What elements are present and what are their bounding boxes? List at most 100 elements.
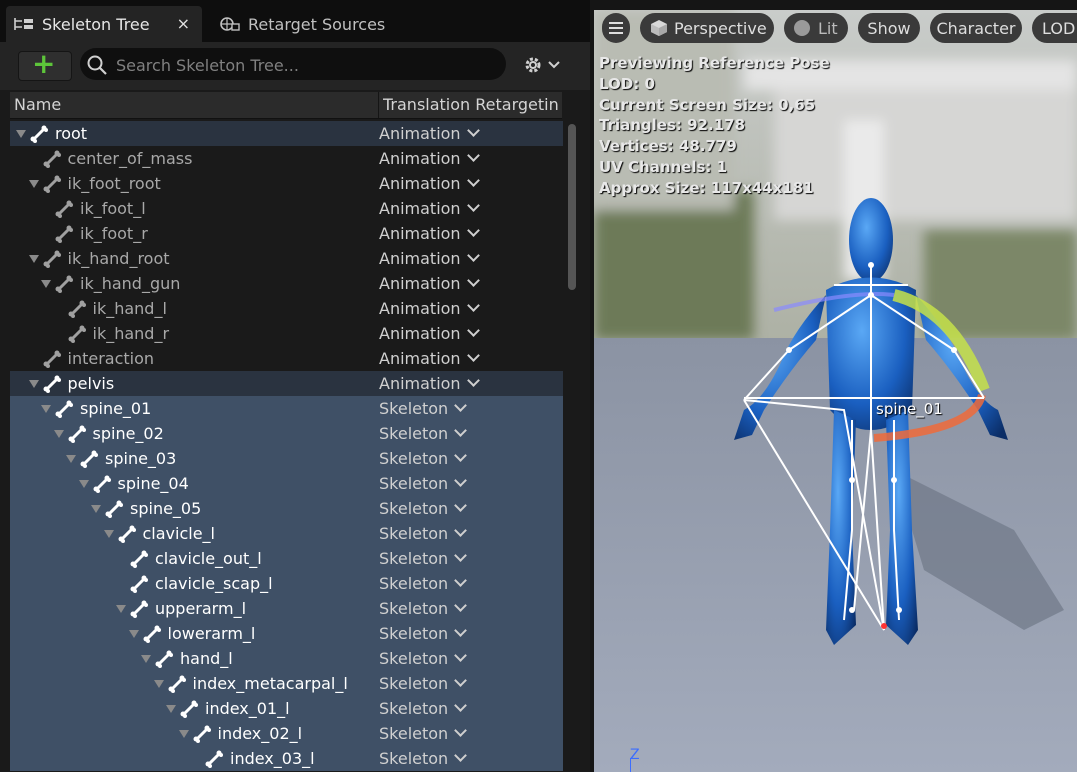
retargeting-dropdown[interactable]: Skeleton — [379, 424, 468, 443]
expand-arrow-icon[interactable] — [128, 630, 139, 638]
tree-row-pelvis[interactable]: pelvis Animation — [10, 371, 563, 396]
tree-row-clavicle-out-l[interactable]: clavicle_out_l Skeleton — [10, 546, 563, 571]
tree-row-spine-02[interactable]: spine_02 Skeleton — [10, 421, 563, 446]
tree-row-index-02-l[interactable]: index_02_l Skeleton — [10, 721, 563, 746]
retargeting-dropdown[interactable]: Skeleton — [379, 474, 468, 493]
retargeting-dropdown[interactable]: Animation — [379, 124, 480, 143]
tree-row-index-03-l[interactable]: index_03_l Skeleton — [10, 746, 563, 771]
search-input[interactable] — [114, 54, 498, 76]
tab-retarget-sources[interactable]: Retarget Sources — [212, 6, 412, 42]
retargeting-dropdown[interactable]: Animation — [379, 249, 480, 268]
bone-name: spine_03 — [105, 449, 177, 468]
retargeting-dropdown[interactable]: Animation — [379, 149, 480, 168]
expand-arrow-icon[interactable] — [53, 430, 64, 438]
retargeting-value: Skeleton — [379, 499, 449, 518]
retargeting-dropdown[interactable]: Animation — [379, 224, 480, 243]
expand-arrow-icon[interactable] — [78, 480, 89, 488]
bone-name: spine_05 — [130, 499, 202, 518]
retargeting-dropdown[interactable]: Skeleton — [379, 699, 468, 718]
tree-row-spine-03[interactable]: spine_03 Skeleton — [10, 446, 563, 471]
lit-button[interactable]: Lit — [784, 13, 848, 43]
bone-name: lowerarm_l — [167, 624, 256, 643]
chevron-down-icon — [466, 274, 480, 287]
expand-arrow-icon[interactable] — [28, 255, 39, 263]
bone-icon — [130, 575, 148, 593]
perspective-button[interactable]: Perspective — [640, 13, 774, 43]
retargeting-dropdown[interactable]: Skeleton — [379, 524, 468, 543]
expand-arrow-icon[interactable] — [41, 280, 51, 288]
bone-name: index_03_l — [230, 749, 315, 768]
expand-arrow-icon[interactable] — [103, 530, 114, 538]
retargeting-dropdown[interactable]: Skeleton — [379, 499, 468, 518]
tree-row-spine-04[interactable]: spine_04 Skeleton — [10, 471, 563, 496]
retargeting-dropdown[interactable]: Animation — [379, 174, 480, 193]
expand-arrow-icon[interactable] — [16, 130, 26, 138]
tree-row-index-metacarpal-l[interactable]: index_metacarpal_l Skeleton — [10, 671, 563, 696]
tree-row-ik-hand-gun[interactable]: ik_hand_gun Animation — [10, 271, 563, 296]
retargeting-dropdown[interactable]: Skeleton — [379, 549, 468, 568]
viewport[interactable]: Perspective Lit Show Character LOD Previ… — [594, 10, 1077, 772]
expand-arrow-icon[interactable] — [66, 455, 76, 463]
viewport-menu-button[interactable] — [602, 13, 630, 43]
expand-arrow-icon[interactable] — [41, 405, 51, 413]
retargeting-value: Skeleton — [379, 749, 449, 768]
tree-row-ik-hand-l[interactable]: ik_hand_l Animation — [10, 296, 563, 321]
retargeting-dropdown[interactable]: Animation — [379, 199, 480, 218]
column-header-translation-retargeting[interactable]: Translation Retargeting — [383, 95, 559, 114]
retargeting-dropdown[interactable]: Skeleton — [379, 674, 468, 693]
chevron-down-icon — [454, 399, 468, 412]
expand-arrow-icon[interactable] — [28, 380, 39, 388]
expand-arrow-icon[interactable] — [153, 680, 164, 688]
retargeting-dropdown[interactable]: Animation — [379, 324, 480, 343]
retargeting-dropdown[interactable]: Animation — [379, 349, 480, 368]
retargeting-dropdown[interactable]: Skeleton — [379, 399, 468, 418]
info-line: UV Channels: 1 — [599, 157, 728, 176]
column-divider[interactable] — [378, 92, 379, 118]
retargeting-dropdown[interactable]: Animation — [379, 274, 480, 293]
tree-row-index-01-l[interactable]: index_01_l Skeleton — [10, 696, 563, 721]
character-button[interactable]: Character — [930, 13, 1022, 43]
settings-gear-icon[interactable] — [520, 52, 564, 78]
tree-row-root[interactable]: root Animation — [10, 121, 563, 146]
tree-row-ik-foot-r[interactable]: ik_foot_r Animation — [10, 221, 563, 246]
tree-row-ik-foot-root[interactable]: ik_foot_root Animation — [10, 171, 563, 196]
tree-row-center-of-mass[interactable]: center_of_mass Animation — [10, 146, 563, 171]
tree-row-clavicle-l[interactable]: clavicle_l Skeleton — [10, 521, 563, 546]
expand-arrow-icon[interactable] — [28, 180, 39, 188]
show-button[interactable]: Show — [858, 13, 920, 43]
tree-row-upperarm-l[interactable]: upperarm_l Skeleton — [10, 596, 563, 621]
tree-row-ik-hand-r[interactable]: ik_hand_r Animation — [10, 321, 563, 346]
expand-arrow-icon[interactable] — [141, 655, 151, 663]
scrollbar[interactable] — [568, 124, 576, 290]
expand-arrow-icon[interactable] — [178, 730, 189, 738]
tree-row-interaction[interactable]: interaction Animation — [10, 346, 563, 371]
tab-skeleton-tree[interactable]: Skeleton Tree × — [6, 6, 202, 42]
retargeting-dropdown[interactable]: Skeleton — [379, 599, 468, 618]
retargeting-dropdown[interactable]: Skeleton — [379, 649, 468, 668]
tree-row-ik-hand-root[interactable]: ik_hand_root Animation — [10, 246, 563, 271]
retargeting-dropdown[interactable]: Skeleton — [379, 574, 468, 593]
retargeting-dropdown[interactable]: Skeleton — [379, 624, 468, 643]
retargeting-dropdown[interactable]: Skeleton — [379, 449, 468, 468]
column-header-name[interactable]: Name — [14, 95, 61, 114]
retargeting-dropdown[interactable]: Skeleton — [379, 749, 468, 768]
retargeting-dropdown[interactable]: Animation — [379, 299, 480, 318]
tree-row-lowerarm-l[interactable]: lowerarm_l Skeleton — [10, 621, 563, 646]
lod-button[interactable]: LOD — [1032, 13, 1077, 43]
retargeting-dropdown[interactable]: Animation — [379, 374, 480, 393]
bone-name: spine_02 — [92, 424, 164, 443]
close-icon[interactable]: × — [177, 14, 190, 33]
retargeting-dropdown[interactable]: Skeleton — [379, 724, 468, 743]
add-button[interactable]: + — [18, 47, 72, 81]
tree-row-hand-l[interactable]: hand_l Skeleton — [10, 646, 563, 671]
expand-arrow-icon[interactable] — [91, 505, 101, 513]
expand-arrow-icon[interactable] — [166, 705, 176, 713]
tree-row-spine-01[interactable]: spine_01 Skeleton — [10, 396, 563, 421]
info-line: Triangles: 92.178 — [599, 116, 746, 135]
bone-icon — [43, 250, 61, 268]
bone-icon — [43, 350, 61, 368]
tree-row-spine-05[interactable]: spine_05 Skeleton — [10, 496, 563, 521]
expand-arrow-icon[interactable] — [116, 605, 126, 613]
tree-row-clavicle-scap-l[interactable]: clavicle_scap_l Skeleton — [10, 571, 563, 596]
tree-row-ik-foot-l[interactable]: ik_foot_l Animation — [10, 196, 563, 221]
